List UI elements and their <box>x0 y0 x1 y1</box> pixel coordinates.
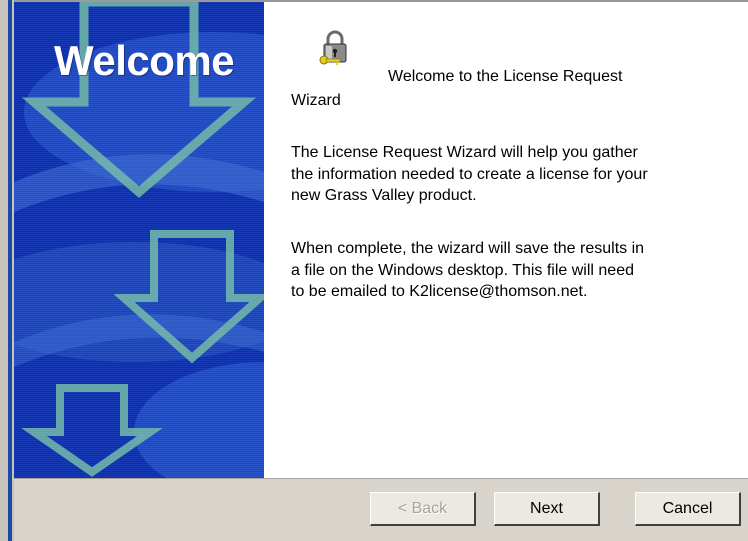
intro-paragraph-line: the information needed to create a licen… <box>291 165 648 183</box>
completion-paragraph-line: to be emailed to K2license@thomson.net. <box>291 283 588 300</box>
banner-title: Welcome <box>54 37 235 84</box>
license-wizard-window: Welcome Welcome to the License Request W… <box>0 0 748 541</box>
intro-paragraph-line: The License Request Wizard will help you… <box>291 144 638 161</box>
completion-paragraph: When complete, the wizard will save the … <box>291 238 731 303</box>
welcome-heading: Welcome to the License Request <box>388 68 623 85</box>
wizard-content: Welcome to the License Request Wizard Th… <box>264 2 748 478</box>
completion-paragraph-line: When complete, the wizard will save the … <box>291 240 645 257</box>
intro-paragraph: The License Request Wizard will help you… <box>291 142 731 207</box>
welcome-banner: Welcome <box>14 2 264 478</box>
window-left-accent <box>8 0 12 541</box>
next-button[interactable]: Next <box>494 492 600 526</box>
welcome-heading-continued: Wizard <box>291 92 341 109</box>
intro-paragraph-line: new Grass Valley product. <box>291 187 477 204</box>
lock-key-icon <box>319 30 347 65</box>
window-left-border <box>0 0 14 541</box>
completion-paragraph-line: a file on the Windows desktop. This file… <box>291 261 634 279</box>
wizard-button-bar: < Back Next Cancel <box>14 478 748 541</box>
cancel-button[interactable]: Cancel <box>635 492 741 526</box>
back-button[interactable]: < Back <box>370 492 476 526</box>
